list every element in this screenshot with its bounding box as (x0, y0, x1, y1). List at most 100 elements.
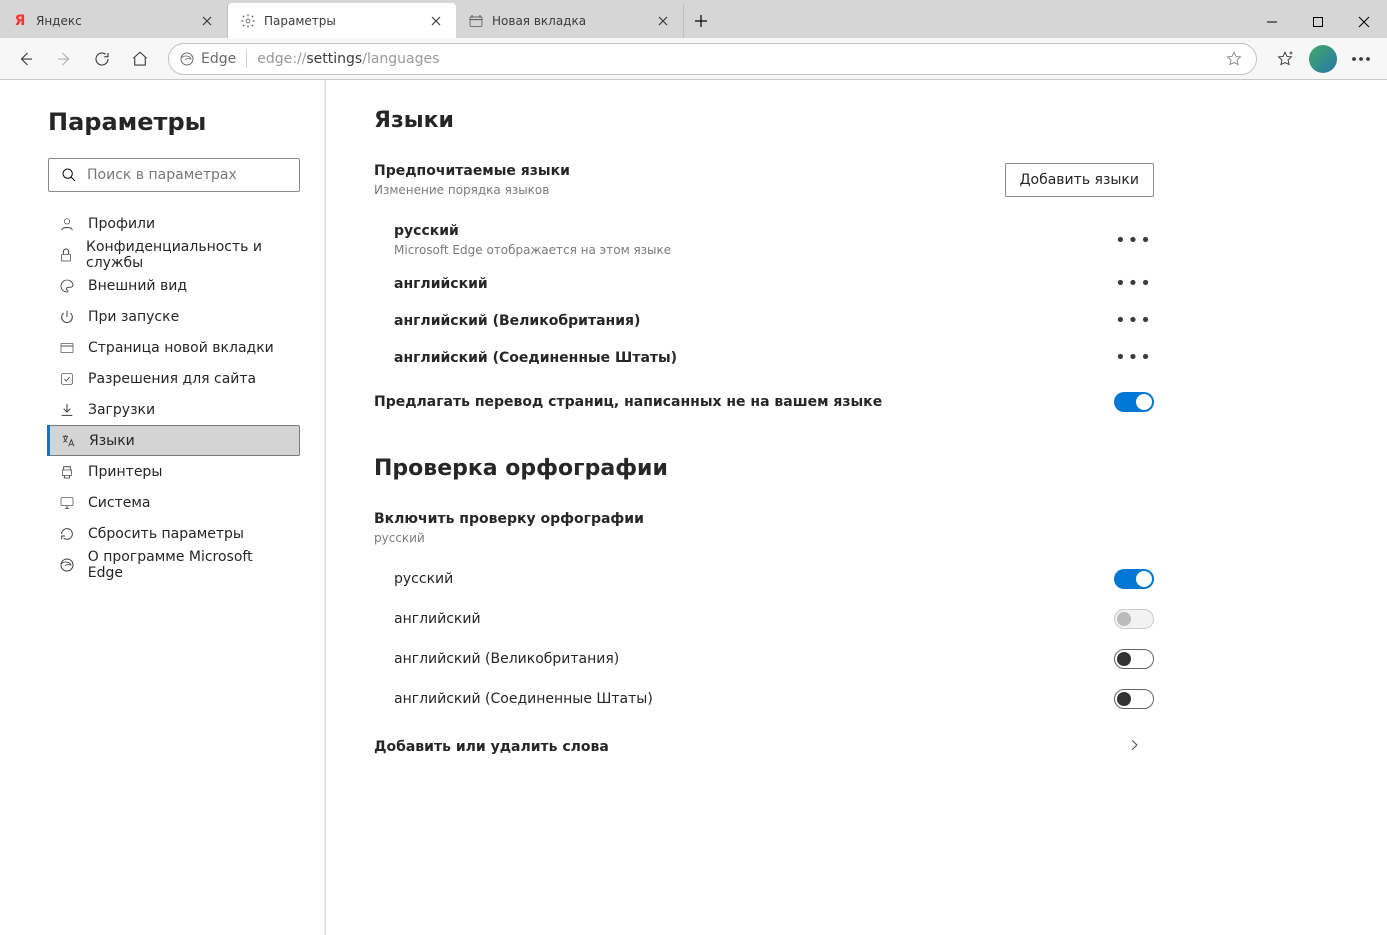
avatar (1309, 45, 1337, 73)
language-icon (59, 433, 77, 449)
tab-yandex[interactable]: Я Яндекс (0, 4, 228, 38)
more-icon[interactable]: ••• (1114, 230, 1154, 251)
close-icon[interactable] (428, 13, 444, 29)
spell-row: английский (Великобритания) (374, 639, 1154, 679)
nav-label: Сбросить параметры (88, 526, 244, 542)
spell-label: русский (394, 571, 453, 587)
new-tab-button[interactable] (684, 4, 718, 38)
settings-search[interactable] (48, 158, 300, 192)
nav-label: Профили (88, 216, 155, 232)
nav-profiles[interactable]: Профили (48, 208, 300, 239)
spell-row: английский (374, 599, 1154, 639)
search-icon (61, 167, 77, 183)
close-icon[interactable] (199, 13, 215, 29)
nav-label: При запуске (88, 309, 179, 325)
shield-icon (58, 371, 76, 387)
tab-settings[interactable]: Параметры (228, 3, 456, 38)
nav-label: Загрузки (88, 402, 155, 418)
titlebar: Я Яндекс Параметры Новая вкладка (0, 0, 1387, 38)
spellcheck-header: Включить проверку орфографии русский (374, 511, 1154, 545)
close-icon[interactable] (655, 13, 671, 29)
nav-label: Страница новой вкладки (88, 340, 274, 356)
person-icon (58, 216, 76, 232)
url-text: edge://settings/languages (257, 51, 1212, 67)
language-row: английский (Соединенные Штаты) ••• (374, 339, 1154, 376)
edge-icon (58, 557, 76, 573)
pref-title: Предпочитаемые языки (374, 163, 570, 179)
spell-desc: русский (374, 531, 1154, 545)
spell-toggle[interactable] (1114, 569, 1154, 589)
languages-section: Языки Предпочитаемые языки Изменение пор… (374, 108, 1154, 774)
home-button[interactable] (122, 41, 158, 77)
spell-row: английский (Соединенные Штаты) (374, 679, 1154, 719)
tab-label: Яндекс (36, 14, 191, 28)
newtab-icon (468, 13, 484, 29)
tab-label: Новая вкладка (492, 14, 647, 28)
refresh-button[interactable] (84, 41, 120, 77)
nav-label: Внешний вид (88, 278, 187, 294)
sidebar-title: Параметры (48, 108, 300, 136)
main: Языки Предпочитаемые языки Изменение пор… (326, 80, 1387, 935)
search-input[interactable] (87, 167, 287, 183)
language-note: Microsoft Edge отображается на этом язык… (394, 243, 671, 257)
close-window-button[interactable] (1341, 6, 1387, 38)
minimize-button[interactable] (1249, 6, 1295, 38)
nav-startup[interactable]: При запуске (48, 301, 300, 332)
power-icon (58, 309, 76, 325)
add-languages-button[interactable]: Добавить языки (1005, 163, 1154, 197)
translate-toggle[interactable] (1114, 392, 1154, 412)
nav-permissions[interactable]: Разрешения для сайта (48, 363, 300, 394)
nav-about[interactable]: О программе Microsoft Edge (48, 549, 300, 580)
nav-label: Конфиденциальность и службы (86, 239, 290, 271)
spell-toggle[interactable] (1114, 689, 1154, 709)
favorite-icon[interactable] (1222, 50, 1246, 68)
tabs: Я Яндекс Параметры Новая вкладка (0, 0, 718, 38)
translate-toggle-row: Предлагать перевод страниц, написанных н… (374, 376, 1154, 428)
nav-label: Принтеры (88, 464, 162, 480)
yandex-icon: Я (12, 13, 28, 29)
language-name: английский (Великобритания) (394, 313, 640, 329)
site-identity: Edge (179, 51, 236, 67)
spell-label: английский (394, 611, 481, 627)
dict-label: Добавить или удалить слова (374, 739, 609, 755)
layout-icon (58, 340, 76, 356)
sidebar: Параметры Профили Конфиденциальность и с… (0, 80, 326, 935)
monitor-icon (58, 495, 76, 511)
download-icon (58, 402, 76, 418)
dictionary-link[interactable]: Добавить или удалить слова (374, 719, 1154, 774)
address-bar[interactable]: Edge edge://settings/languages (168, 43, 1257, 75)
favorites-button[interactable] (1267, 41, 1303, 77)
maximize-button[interactable] (1295, 6, 1341, 38)
more-icon[interactable]: ••• (1114, 347, 1154, 368)
language-list: русский Microsoft Edge отображается на э… (374, 215, 1154, 376)
nav-appearance[interactable]: Внешний вид (48, 270, 300, 301)
nav-reset[interactable]: Сбросить параметры (48, 518, 300, 549)
nav-languages[interactable]: Языки (48, 425, 300, 456)
nav-label: О программе Microsoft Edge (88, 549, 290, 581)
nav-system[interactable]: Система (48, 487, 300, 518)
window-controls (1249, 6, 1387, 38)
tab-newtab[interactable]: Новая вкладка (456, 4, 684, 38)
back-button[interactable] (8, 41, 44, 77)
tab-label: Параметры (264, 14, 420, 28)
more-button[interactable] (1343, 41, 1379, 77)
pref-desc: Изменение порядка языков (374, 183, 570, 197)
spell-toggle[interactable] (1114, 649, 1154, 669)
forward-button[interactable] (46, 41, 82, 77)
nav-label: Языки (89, 433, 135, 449)
more-icon[interactable]: ••• (1114, 273, 1154, 294)
spell-label: английский (Соединенные Штаты) (394, 691, 653, 707)
profile-button[interactable] (1305, 41, 1341, 77)
language-name: английский (Соединенные Штаты) (394, 350, 677, 366)
more-icon[interactable]: ••• (1114, 310, 1154, 331)
nav-label: Система (88, 495, 150, 511)
nav-printers[interactable]: Принтеры (48, 456, 300, 487)
button-label: Добавить языки (1020, 172, 1139, 188)
nav-privacy[interactable]: Конфиденциальность и службы (48, 239, 300, 270)
nav-downloads[interactable]: Загрузки (48, 394, 300, 425)
reset-icon (58, 526, 76, 542)
language-row: английский (Великобритания) ••• (374, 302, 1154, 339)
nav-newtab[interactable]: Страница новой вкладки (48, 332, 300, 363)
edge-icon (179, 51, 195, 67)
gear-icon (240, 13, 256, 29)
